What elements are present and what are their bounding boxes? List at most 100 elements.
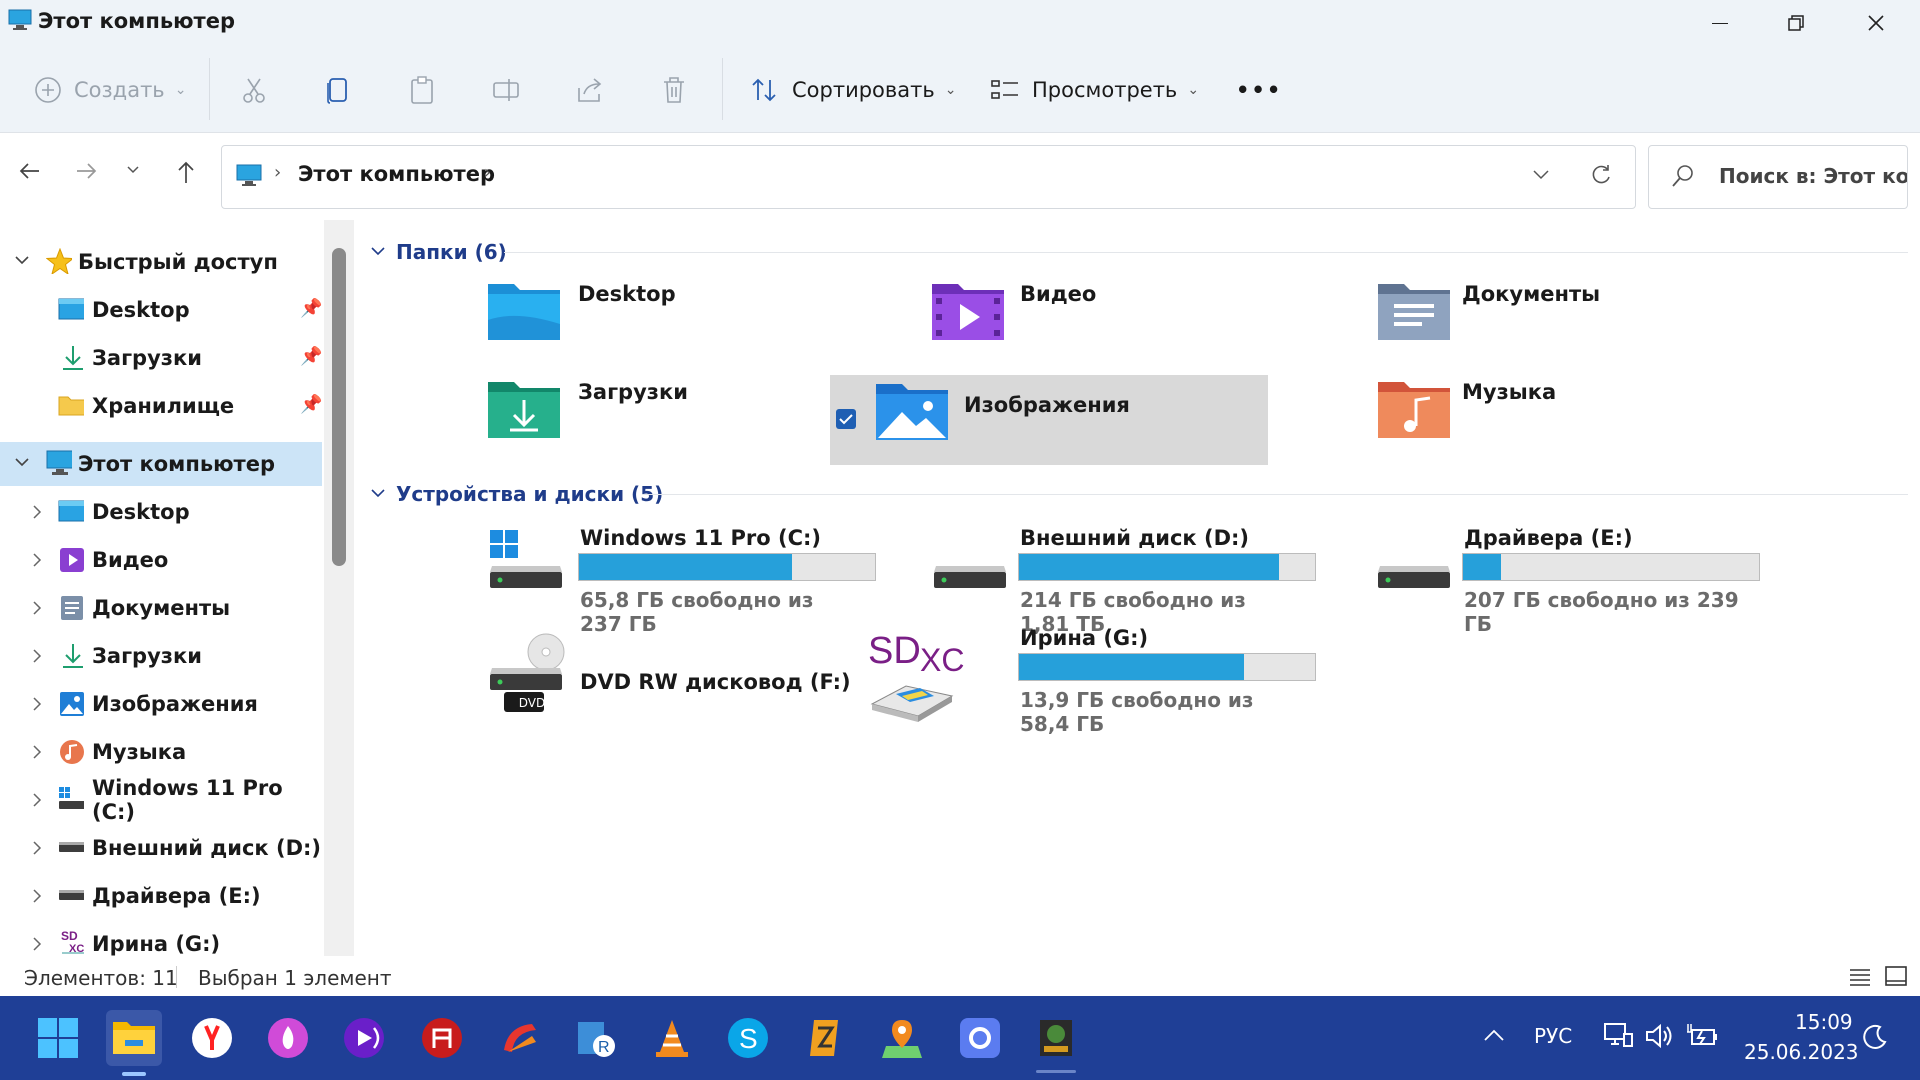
app-blue-taskbar-button[interactable] xyxy=(952,1010,1008,1066)
active-indicator xyxy=(122,1072,146,1076)
sidebar-item-downloads[interactable]: Загрузки xyxy=(0,634,322,678)
restore-button[interactable] xyxy=(1776,0,1816,46)
search-box[interactable]: Поиск в: Этот ко... xyxy=(1648,145,1908,209)
forward-button[interactable] xyxy=(74,159,104,189)
pin-icon[interactable]: 📌 xyxy=(300,346,322,367)
app-orange-taskbar-button[interactable] xyxy=(798,1010,854,1066)
breadcrumb-separator[interactable]: › xyxy=(484,162,491,183)
drives-group-header[interactable]: Устройства и диски (5) xyxy=(370,482,663,506)
focus-moon-icon[interactable] xyxy=(1862,1024,1888,1050)
sidebar-item-label: Загрузки xyxy=(92,346,202,370)
sort-button[interactable]: Сортировать ⌄ xyxy=(750,70,957,110)
clock-time[interactable]: 15:09 xyxy=(1795,1010,1853,1034)
back-button[interactable] xyxy=(18,159,48,189)
folder-desktop[interactable]: Desktop xyxy=(416,270,854,360)
ccleaner-taskbar-button[interactable] xyxy=(492,1010,548,1066)
folder-video[interactable]: Видео xyxy=(830,270,1268,360)
skype-taskbar-button[interactable]: S xyxy=(720,1010,776,1066)
input-language[interactable]: РУС xyxy=(1534,1024,1572,1048)
tiles-view-icon[interactable] xyxy=(1884,965,1908,989)
refresh-icon[interactable] xyxy=(1590,164,1612,186)
folder-downloads[interactable]: Загрузки xyxy=(416,368,854,458)
drive-c[interactable]: Windows 11 Pro (C:) 65,8 ГБ свободно из … xyxy=(416,520,876,636)
sidebar-item-storage-pinned[interactable]: Хранилище 📌 xyxy=(0,384,322,428)
sidebar-item-downloads-pinned[interactable]: Загрузки 📌 xyxy=(0,336,322,380)
minimize-button[interactable] xyxy=(1700,0,1740,46)
sidebar-scrollbar-thumb[interactable] xyxy=(332,248,346,566)
chevron-right-icon[interactable] xyxy=(30,600,46,616)
delete-button[interactable] xyxy=(654,70,694,110)
share-button[interactable] xyxy=(570,70,610,110)
sidebar-item-drive-g[interactable]: SD XC Ирина (G:) xyxy=(0,922,322,956)
computer-icon xyxy=(236,164,262,186)
selection-checkbox[interactable] xyxy=(836,409,856,429)
chevron-right-icon[interactable] xyxy=(30,504,46,520)
sidebar-item-video[interactable]: Видео xyxy=(0,538,322,582)
drive-e[interactable]: Драйвера (E:) 207 ГБ свободно из 239 ГБ xyxy=(1304,520,1760,636)
create-button[interactable]: Создать ⌄ xyxy=(34,70,186,110)
folder-documents[interactable]: Документы xyxy=(1276,270,1714,360)
paste-button[interactable] xyxy=(402,70,442,110)
rename-button[interactable] xyxy=(486,70,526,110)
maps-app-taskbar-button[interactable] xyxy=(874,1010,930,1066)
sidebar-item-music[interactable]: Музыка xyxy=(0,730,322,774)
chevron-up-icon[interactable] xyxy=(1482,1026,1506,1046)
sdxc-icon: SDXC xyxy=(61,929,84,954)
sidebar-item-drive-e[interactable]: Драйвера (E:) xyxy=(0,874,322,918)
more-options-button[interactable]: ••• xyxy=(1236,70,1282,110)
folder-pictures[interactable]: Изображения xyxy=(830,375,1268,465)
close-button[interactable] xyxy=(1856,0,1896,46)
sidebar-item-label: Видео xyxy=(92,548,169,572)
chevron-right-icon[interactable] xyxy=(30,792,46,808)
sidebar-item-desktop[interactable]: Desktop xyxy=(0,490,322,534)
chevron-right-icon[interactable] xyxy=(30,936,46,952)
sidebar-item-desktop-pinned[interactable]: Desktop 📌 xyxy=(0,288,322,332)
chevron-right-icon[interactable] xyxy=(30,888,46,904)
recent-locations-button[interactable] xyxy=(126,157,146,187)
battery-charging-icon[interactable] xyxy=(1686,1020,1718,1052)
app-purple-taskbar-button[interactable] xyxy=(336,1010,392,1066)
copy-button[interactable] xyxy=(318,70,358,110)
sidebar-item-pictures[interactable]: Изображения xyxy=(0,682,322,726)
address-bar[interactable]: › Этот компьютер › xyxy=(221,145,1636,209)
drive-f-dvd[interactable]: DVD DVD RW дисковод (F:) xyxy=(416,630,856,730)
chevron-right-icon[interactable] xyxy=(30,648,46,664)
folders-group-header[interactable]: Папки (6) xyxy=(370,240,507,264)
yandex-browser-taskbar-button[interactable] xyxy=(184,1010,240,1066)
drive-d[interactable]: Внешний диск (D:) 214 ГБ свободно из 1,8… xyxy=(860,520,1316,636)
search-icon xyxy=(1672,165,1693,187)
drive-g-sdxc[interactable]: SD XC Ирина (G:) 13,9 ГБ свободно из 58,… xyxy=(860,626,1316,736)
sidebar-item-drive-c[interactable]: Windows 11 Pro (C:) xyxy=(0,776,322,824)
breadcrumb-this-pc[interactable]: Этот компьютер xyxy=(298,162,495,186)
search-input[interactable]: Поиск в: Этот ко... xyxy=(1719,164,1907,188)
sidebar-item-drive-d[interactable]: Внешний диск (D:) xyxy=(0,826,322,870)
chevron-right-icon[interactable] xyxy=(30,552,46,568)
pin-icon[interactable]: 📌 xyxy=(300,298,322,319)
sidebar-item-quick-access[interactable]: Быстрый доступ xyxy=(0,240,322,284)
clock-date[interactable]: 25.06.2023 xyxy=(1744,1040,1859,1064)
app-red-taskbar-button[interactable] xyxy=(414,1010,470,1066)
folder-music[interactable]: Музыка xyxy=(1276,368,1714,458)
pin-icon[interactable]: 📌 xyxy=(300,394,322,415)
folder-label: Загрузки xyxy=(578,380,688,404)
view-button[interactable]: Просмотреть ⌄ xyxy=(990,70,1199,110)
vlc-taskbar-button[interactable] xyxy=(644,1010,700,1066)
app-pink-taskbar-button[interactable] xyxy=(260,1010,316,1066)
app-installer-taskbar-button[interactable]: R xyxy=(568,1010,624,1066)
sidebar-item-this-pc[interactable]: Этот компьютер xyxy=(0,442,322,486)
volume-icon[interactable] xyxy=(1644,1020,1674,1052)
origin-game-taskbar-button[interactable] xyxy=(1028,1010,1084,1066)
sidebar-item-documents[interactable]: Документы xyxy=(0,586,322,630)
chevron-down-icon[interactable] xyxy=(1532,168,1550,182)
network-icon[interactable] xyxy=(1602,1020,1634,1052)
up-button[interactable] xyxy=(174,159,204,189)
start-button[interactable] xyxy=(30,1010,86,1066)
details-view-icon[interactable] xyxy=(1848,966,1872,988)
file-explorer-taskbar-button[interactable] xyxy=(106,1010,162,1066)
cut-button[interactable] xyxy=(234,70,274,110)
sort-label: Сортировать xyxy=(792,78,935,102)
arrow-up-icon xyxy=(178,161,194,183)
chevron-right-icon[interactable] xyxy=(30,840,46,856)
chevron-right-icon[interactable] xyxy=(30,696,46,712)
chevron-right-icon[interactable] xyxy=(30,744,46,760)
